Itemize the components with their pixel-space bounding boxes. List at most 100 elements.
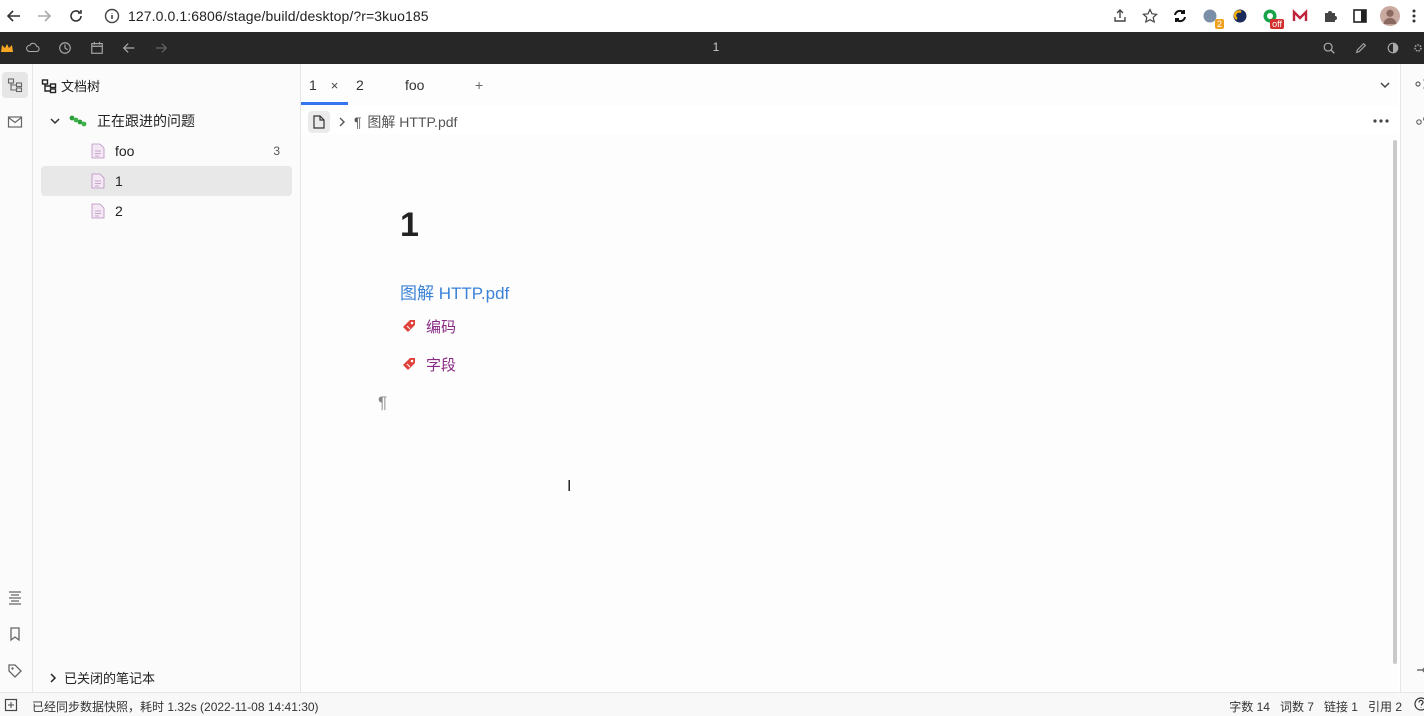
tag-item[interactable]: 编码 <box>400 315 456 337</box>
tab-dropdown-icon[interactable] <box>1379 72 1391 98</box>
tab-1[interactable]: 1 × <box>309 72 338 98</box>
backlink-icon[interactable] <box>1415 664 1424 676</box>
global-graph-icon[interactable] <box>1415 116 1424 128</box>
extension-green-icon[interactable]: off <box>1260 6 1284 29</box>
tree-doc-1[interactable]: 1 <box>41 166 292 196</box>
chevron-right-icon[interactable] <box>48 672 58 684</box>
text-cursor-icon: I <box>567 478 572 495</box>
tag-label[interactable]: 字段 <box>426 354 456 375</box>
app-toolbar: 1 <box>0 32 1424 64</box>
status-stats: 字数 14 词数 7 链接 1 引用 2 <box>1229 698 1402 715</box>
editor-scrollbar[interactable] <box>1393 140 1397 664</box>
breadcrumb-label: 图解 HTTP.pdf <box>367 114 458 130</box>
breadcrumb-chevron-icon <box>339 117 345 127</box>
breadcrumb-doc-icon[interactable] <box>308 111 330 133</box>
back-arrow-icon[interactable] <box>116 35 142 61</box>
pdf-link[interactable]: 图解 HTTP.pdf <box>400 279 509 304</box>
extension-m-icon[interactable] <box>1290 6 1310 26</box>
sidebar-toggle-icon[interactable] <box>1350 6 1370 26</box>
calendar-icon[interactable] <box>84 35 110 61</box>
graph-icon[interactable] <box>1415 78 1424 90</box>
tab-label: 1 <box>309 77 317 93</box>
outline-icon[interactable] <box>2 584 28 610</box>
tab-foo[interactable]: foo <box>405 72 424 98</box>
tree-doc-foo[interactable]: foo 3 <box>41 136 292 166</box>
bookmark-icon[interactable] <box>2 621 28 647</box>
closed-notebooks-label: 已关闭的笔记本 <box>64 671 156 686</box>
new-tab-button[interactable]: + <box>475 72 483 98</box>
puzzle-icon[interactable] <box>1320 6 1340 26</box>
tree-doc-label: foo <box>115 143 135 159</box>
tab-close-button[interactable]: × <box>331 78 339 93</box>
tab-label: 2 <box>356 77 364 93</box>
extension-yellow-icon[interactable] <box>1230 6 1250 26</box>
document-icon <box>91 173 105 189</box>
tag-ribbon-icon <box>403 358 415 370</box>
reload-icon[interactable] <box>64 4 88 28</box>
tree-doc-label: 1 <box>115 173 123 189</box>
right-dock <box>1400 64 1424 692</box>
chevron-down-icon[interactable] <box>49 115 61 127</box>
extension-off-badge: off <box>1270 19 1284 29</box>
info-icon[interactable] <box>104 8 120 24</box>
share-icon[interactable] <box>1110 6 1130 26</box>
address-bar[interactable]: 127.0.0.1:6806/stage/build/desktop/?r=3k… <box>104 4 429 28</box>
editor-area[interactable]: 1 图解 HTTP.pdf 编码 字段 ¶ I <box>301 134 1398 692</box>
kebab-menu-icon[interactable] <box>1410 6 1418 26</box>
forward-arrow-icon[interactable] <box>148 35 174 61</box>
app-title: 1 <box>712 40 720 54</box>
tree-doc-label: 2 <box>115 203 123 219</box>
notebook-name: 正在跟进的问题 <box>97 113 195 129</box>
extension-globe-icon[interactable]: 2 <box>1200 6 1224 29</box>
link-count[interactable]: 链接 1 <box>1324 698 1358 715</box>
forward-icon[interactable] <box>32 4 56 28</box>
theme-icon[interactable] <box>1380 35 1406 61</box>
help-icon[interactable] <box>1414 697 1424 711</box>
fullscreen-icon[interactable] <box>4 698 18 712</box>
document-icon <box>91 143 105 159</box>
ref-count[interactable]: 引用 2 <box>1368 698 1402 715</box>
term-count: 词数 7 <box>1279 700 1314 714</box>
notebook-row[interactable]: 正在跟进的问题 <box>41 106 292 136</box>
status-message: 已经同步数据快照，耗时 1.32s (2022-11-08 14:41:30) <box>32 700 319 714</box>
back-icon[interactable] <box>2 4 26 28</box>
breadcrumb: ¶ 图解 HTTP.pdf <box>308 110 457 134</box>
tab-2[interactable]: 2 <box>356 72 364 98</box>
caterpillar-icon <box>69 115 87 127</box>
word-count: 字数 14 <box>1229 700 1270 714</box>
file-tree-title: 文档树 <box>61 79 101 94</box>
history-icon[interactable] <box>52 35 78 61</box>
crown-icon[interactable] <box>0 35 14 61</box>
sync-extension-icon[interactable] <box>1170 6 1190 26</box>
paragraph-marker[interactable]: ¶ <box>378 393 387 413</box>
file-tree-header: 文档树 <box>41 76 100 95</box>
star-icon[interactable] <box>1140 6 1160 26</box>
browser-toolbar: 127.0.0.1:6806/stage/build/desktop/?r=3k… <box>0 0 1424 32</box>
tag-ribbon-icon <box>403 320 415 332</box>
left-dock <box>0 64 33 692</box>
url-text[interactable]: 127.0.0.1:6806/stage/build/desktop/?r=3k… <box>128 8 429 24</box>
settings-icon[interactable] <box>1412 35 1424 61</box>
file-tree-icon[interactable] <box>2 72 28 98</box>
tab-bar: 1 × 2 foo + <box>301 64 1398 106</box>
active-tab-indicator <box>301 102 348 105</box>
cloud-icon[interactable] <box>20 35 46 61</box>
breadcrumb-marker: ¶ <box>354 114 362 130</box>
document-icon <box>91 203 105 219</box>
tree-doc-2[interactable]: 2 <box>41 196 292 226</box>
inbox-icon[interactable] <box>2 109 28 135</box>
search-icon[interactable] <box>1316 35 1342 61</box>
pencil-icon[interactable] <box>1348 35 1374 61</box>
tag-icon[interactable] <box>2 658 28 684</box>
avatar[interactable] <box>1380 6 1400 26</box>
closed-notebooks-toggle[interactable]: 已关闭的笔记本 <box>48 668 155 687</box>
tag-label[interactable]: 编码 <box>426 316 456 337</box>
document-title[interactable]: 1 <box>400 206 419 245</box>
tree-doc-count: 3 <box>273 144 280 158</box>
file-tree-panel: 文档树 正在跟进的问题 foo 3 1 2 <box>33 64 301 692</box>
tab-label: foo <box>405 77 425 93</box>
tag-item[interactable]: 字段 <box>400 353 456 375</box>
breadcrumb-item[interactable]: ¶ 图解 HTTP.pdf <box>354 112 457 132</box>
more-options-icon[interactable] <box>1370 112 1392 130</box>
extension-badge: 2 <box>1214 19 1224 29</box>
